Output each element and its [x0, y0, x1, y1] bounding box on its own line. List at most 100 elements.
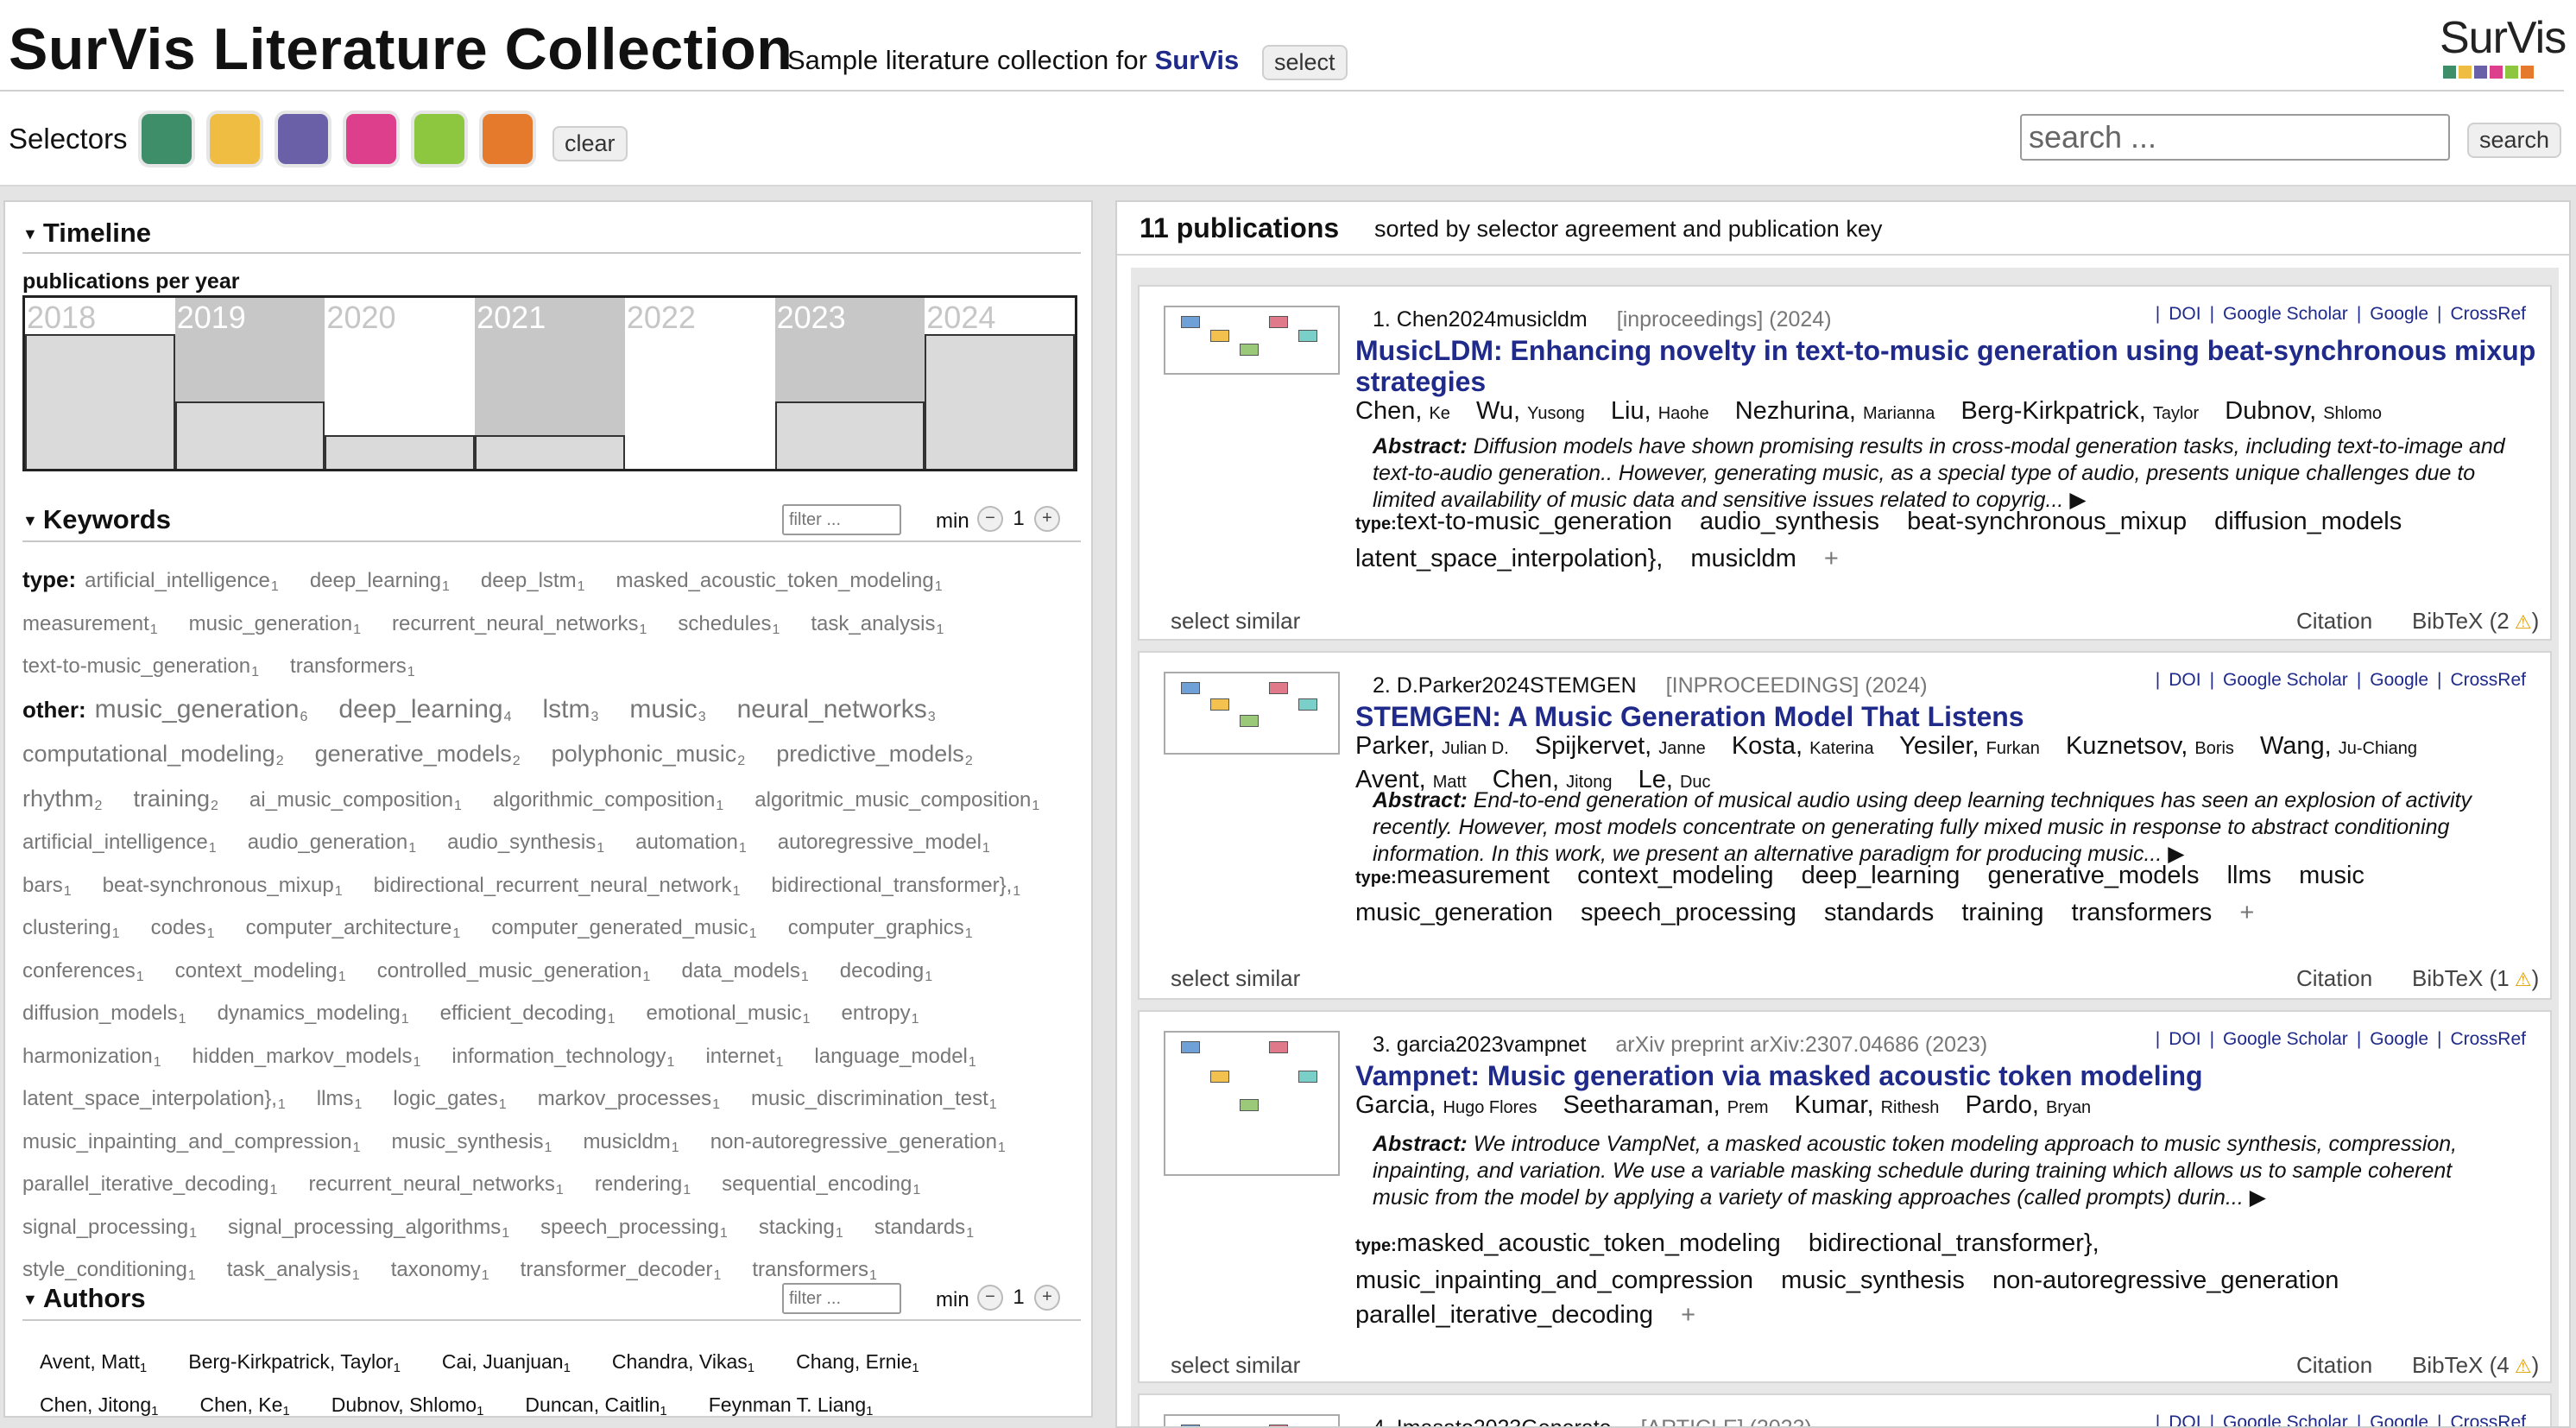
timeline-year-column[interactable]: 2018	[25, 298, 175, 469]
keyword-tag[interactable]: measurement1	[22, 606, 158, 649]
keyword-tag[interactable]: task_analysis1	[227, 1252, 360, 1295]
publication-author[interactable]: Kuznetsov, Boris	[2066, 732, 2234, 760]
keyword-tag[interactable]: rendering1	[595, 1166, 691, 1210]
bibtex-button[interactable]: BibTeX (1 ⚠)	[2412, 965, 2539, 992]
link-crossref[interactable]: CrossRef	[2450, 1412, 2526, 1426]
keyword-tag[interactable]: deep_learning1	[310, 563, 450, 606]
keyword-tag[interactable]: deep_learning4	[338, 692, 511, 736]
publication-title[interactable]: MusicLDM: Enhancing novelty in text-to-m…	[1355, 335, 2547, 397]
abstract-text[interactable]: End-to-end generation of musical audio u…	[1373, 788, 2472, 866]
plus-icon[interactable]: +	[1034, 1285, 1060, 1311]
keyword-tag[interactable]: task_analysis1	[811, 606, 944, 649]
keyword-tag[interactable]: artificial_intelligence1	[22, 825, 217, 868]
keyword-tag[interactable]: taxonomy1	[391, 1252, 489, 1295]
publication-keyword[interactable]: llms	[2227, 862, 2272, 889]
publication-thumbnail[interactable]	[1164, 1414, 1340, 1426]
keyword-tag[interactable]: algorithmic_composition1	[493, 782, 723, 825]
publication-keyword[interactable]: deep_learning	[1802, 862, 1960, 889]
publication-keyword[interactable]: masked_acoustic_token_modeling	[1397, 1229, 1781, 1257]
keyword-tag[interactable]: text-to-music_generation1	[22, 648, 259, 692]
publication-keyword[interactable]: context_modeling	[1577, 862, 1773, 889]
citation-button[interactable]: Citation	[2296, 1352, 2372, 1379]
keyword-tag[interactable]: deep_lstm1	[481, 563, 585, 606]
add-keyword-button[interactable]: +	[1824, 545, 1839, 572]
keyword-tag[interactable]: harmonization1	[22, 1039, 161, 1082]
keyword-tag[interactable]: audio_synthesis1	[447, 825, 604, 868]
clear-button[interactable]: clear	[552, 126, 628, 161]
publication-thumbnail[interactable]	[1164, 672, 1340, 755]
keyword-tag[interactable]: internet1	[705, 1039, 783, 1082]
link-crossref[interactable]: CrossRef	[2450, 304, 2526, 324]
timeline-year-column[interactable]: 2022	[624, 298, 775, 469]
keyword-tag[interactable]: artificial_intelligence1	[85, 563, 279, 606]
link-doi[interactable]: DOI	[2169, 1029, 2200, 1049]
select-button[interactable]: select	[1262, 45, 1348, 80]
search-button[interactable]: search	[2467, 123, 2562, 158]
publication-keyword[interactable]: music_generation	[1355, 899, 1553, 926]
author-tag[interactable]: Chandra, Vikas1	[612, 1343, 754, 1387]
keyword-tag[interactable]: musicldm1	[583, 1124, 679, 1167]
keyword-tag[interactable]: masked_acoustic_token_modeling1	[616, 563, 943, 606]
publication-thumbnail[interactable]	[1164, 1031, 1340, 1176]
link-google-scholar[interactable]: Google Scholar	[2223, 304, 2348, 324]
abstract-text[interactable]: Diffusion models have shown promising re…	[1373, 434, 2505, 512]
author-tag[interactable]: Cai, Juanjuan1	[442, 1343, 571, 1387]
keyword-tag[interactable]: sequential_encoding1	[722, 1166, 920, 1210]
link-google-scholar[interactable]: Google Scholar	[2223, 670, 2348, 690]
keywords-filter-input[interactable]	[782, 504, 901, 535]
keyword-tag[interactable]: bars1	[22, 868, 72, 911]
link-google[interactable]: Google	[2370, 1412, 2428, 1426]
publication-author[interactable]: Garcia, Hugo Flores	[1355, 1091, 1537, 1119]
timeline-year-column[interactable]: 2021	[475, 298, 625, 469]
keyword-tag[interactable]: clustering1	[22, 910, 120, 953]
selector-swatch[interactable]	[483, 114, 533, 164]
publication-author[interactable]: Liu, Haohe	[1611, 397, 1709, 425]
publication-author[interactable]: Nezhurina, Marianna	[1735, 397, 1935, 425]
keyword-tag[interactable]: predictive_models2	[776, 736, 973, 780]
timeline-year-column[interactable]: 2024	[925, 298, 1075, 469]
minus-icon[interactable]: −	[977, 1285, 1003, 1311]
publication-author[interactable]: Yesiler, Furkan	[1899, 732, 2040, 760]
keyword-tag[interactable]: music_generation6	[95, 692, 308, 736]
keyword-tag[interactable]: rhythm2	[22, 780, 102, 825]
keyword-tag[interactable]: codes1	[151, 910, 215, 953]
keyword-tag[interactable]: computer_architecture1	[246, 910, 461, 953]
keyword-tag[interactable]: signal_processing_algorithms1	[228, 1210, 509, 1253]
link-doi[interactable]: DOI	[2169, 1412, 2200, 1426]
citation-button[interactable]: Citation	[2296, 965, 2372, 992]
publication-keyword[interactable]: beat-synchronous_mixup	[1907, 508, 2187, 535]
link-google[interactable]: Google	[2370, 304, 2428, 324]
link-doi[interactable]: DOI	[2169, 670, 2200, 690]
author-tag[interactable]: Chen, Ke1	[199, 1387, 289, 1416]
keyword-tag[interactable]: music_synthesis1	[391, 1124, 552, 1167]
keyword-tag[interactable]: latent_space_interpolation},1	[22, 1081, 286, 1124]
publication-author[interactable]: Wu, Yusong	[1476, 397, 1585, 425]
authors-filter-input[interactable]	[782, 1283, 901, 1314]
keyword-tag[interactable]: logic_gates1	[393, 1081, 506, 1124]
publication-keyword[interactable]: music_inpainting_and_compression	[1355, 1267, 1753, 1294]
keyword-tag[interactable]: llms1	[317, 1081, 363, 1124]
abstract-text[interactable]: We introduce VampNet, a masked acoustic …	[1373, 1132, 2457, 1210]
publication-keyword[interactable]: diffusion_models	[2214, 508, 2402, 535]
keyword-tag[interactable]: emotional_music1	[647, 995, 811, 1039]
keyword-tag[interactable]: data_models1	[681, 953, 808, 996]
keyword-tag[interactable]: stacking1	[759, 1210, 843, 1253]
selector-swatch[interactable]	[210, 114, 260, 164]
keyword-tag[interactable]: bidirectional_recurrent_neural_network1	[374, 868, 741, 911]
publication-keyword[interactable]: bidirectional_transformer},	[1809, 1229, 2099, 1257]
author-tag[interactable]: Avent, Matt1	[40, 1343, 147, 1387]
publication-author[interactable]: Spijkervet, Janne	[1535, 732, 1706, 760]
keyword-tag[interactable]: training2	[133, 780, 218, 825]
keyword-tag[interactable]: language_model1	[814, 1039, 975, 1082]
publication-keyword[interactable]: parallel_iterative_decoding	[1355, 1301, 1653, 1329]
keyword-tag[interactable]: algoritmic_music_composition1	[754, 782, 1039, 825]
link-crossref[interactable]: CrossRef	[2450, 670, 2526, 690]
keyword-tag[interactable]: efficient_decoding1	[440, 995, 616, 1039]
author-tag[interactable]: Duncan, Caitlin1	[525, 1387, 666, 1416]
selector-swatch[interactable]	[414, 114, 464, 164]
keyword-tag[interactable]: neural_networks3	[737, 692, 936, 736]
select-similar-button[interactable]: select similar	[1171, 608, 1300, 635]
keyword-tag[interactable]: dynamics_modeling1	[218, 995, 409, 1039]
keyword-tag[interactable]: signal_processing1	[22, 1210, 197, 1253]
keyword-tag[interactable]: transformer_decoder1	[521, 1252, 722, 1295]
